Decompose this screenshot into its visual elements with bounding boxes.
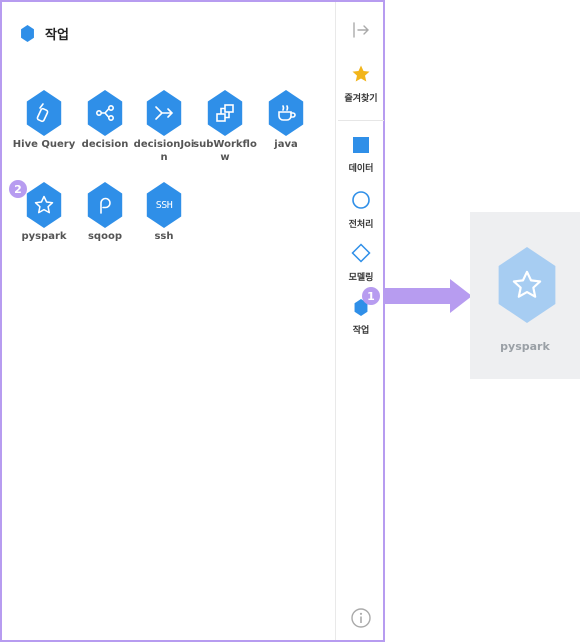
tile-sub-workflow[interactable]: subWorkflow: [193, 90, 257, 164]
decision-join-icon: [155, 106, 174, 120]
decision-icon: [95, 104, 115, 122]
tile-ssh[interactable]: SSH ssh: [132, 182, 196, 243]
page-title: 작업: [45, 28, 69, 43]
annotation-badge-1: 1: [362, 287, 380, 305]
star-icon: [352, 65, 370, 82]
collapse-button[interactable]: [336, 20, 386, 44]
java-icon: [278, 105, 296, 121]
collapse-arrow-icon: [353, 22, 369, 38]
annotation-badge-2: 2: [9, 180, 27, 198]
tile-decision-join[interactable]: decisionJoin: [132, 90, 196, 164]
tile-label: pyspark: [21, 231, 67, 242]
rail-item-tasks[interactable]: 작업: [336, 299, 386, 336]
sub-workflow-icon: [216, 104, 234, 122]
tile-hive-query[interactable]: Hive Query: [12, 90, 76, 151]
preview-label: pyspark: [500, 340, 550, 353]
drag-preview-card: pyspark: [470, 212, 580, 379]
tile-label: sqoop: [87, 231, 122, 242]
star-icon: [512, 270, 542, 298]
tile-label: Hive Query: [12, 139, 76, 150]
palette-main: 작업 Hive Query decision decisionJoin subW…: [2, 2, 335, 640]
info-button[interactable]: [336, 607, 386, 633]
rail-item-label: 모델링: [348, 273, 374, 283]
node-palette-panel: 작업 Hive Query decision decisionJoin subW…: [0, 0, 385, 642]
rail-item-preprocessing[interactable]: 전처리: [336, 190, 386, 230]
category-rail: 즐겨찾기 데이터 전처리 모델링 작업: [336, 2, 386, 640]
tile-sqoop[interactable]: sqoop: [73, 182, 137, 243]
annotation-arrow: [384, 279, 472, 313]
info-icon: [351, 608, 371, 628]
rail-item-favorites[interactable]: 즐겨찾기: [336, 64, 386, 104]
circle-icon: [352, 191, 370, 209]
tile-label: decision: [81, 139, 129, 150]
rail-item-data[interactable]: 데이터: [336, 136, 386, 174]
rail-item-label: 데이터: [348, 164, 374, 174]
tile-label: ssh: [154, 231, 174, 242]
rail-item-label: 전처리: [348, 220, 374, 230]
rail-divider: [338, 120, 384, 121]
sqoop-icon: [100, 197, 111, 214]
hexagon-icon: [21, 25, 34, 42]
ssh-icon: SSH: [155, 199, 173, 211]
rail-item-modeling[interactable]: 모델링: [336, 243, 386, 283]
tile-label: java: [274, 139, 298, 150]
star-icon: [34, 195, 54, 214]
rail-item-label: 즐겨찾기: [344, 94, 378, 104]
tile-label: subWorkflow: [193, 139, 257, 163]
tile-decision[interactable]: decision: [73, 90, 137, 151]
tile-java[interactable]: java: [254, 90, 318, 151]
palette-header: 작업: [20, 24, 69, 43]
tile-label: decisionJoin: [133, 139, 195, 163]
diamond-icon: [351, 243, 371, 263]
rail-item-label: 작업: [352, 326, 370, 336]
hive-icon: [36, 103, 49, 123]
square-icon: [353, 137, 369, 153]
